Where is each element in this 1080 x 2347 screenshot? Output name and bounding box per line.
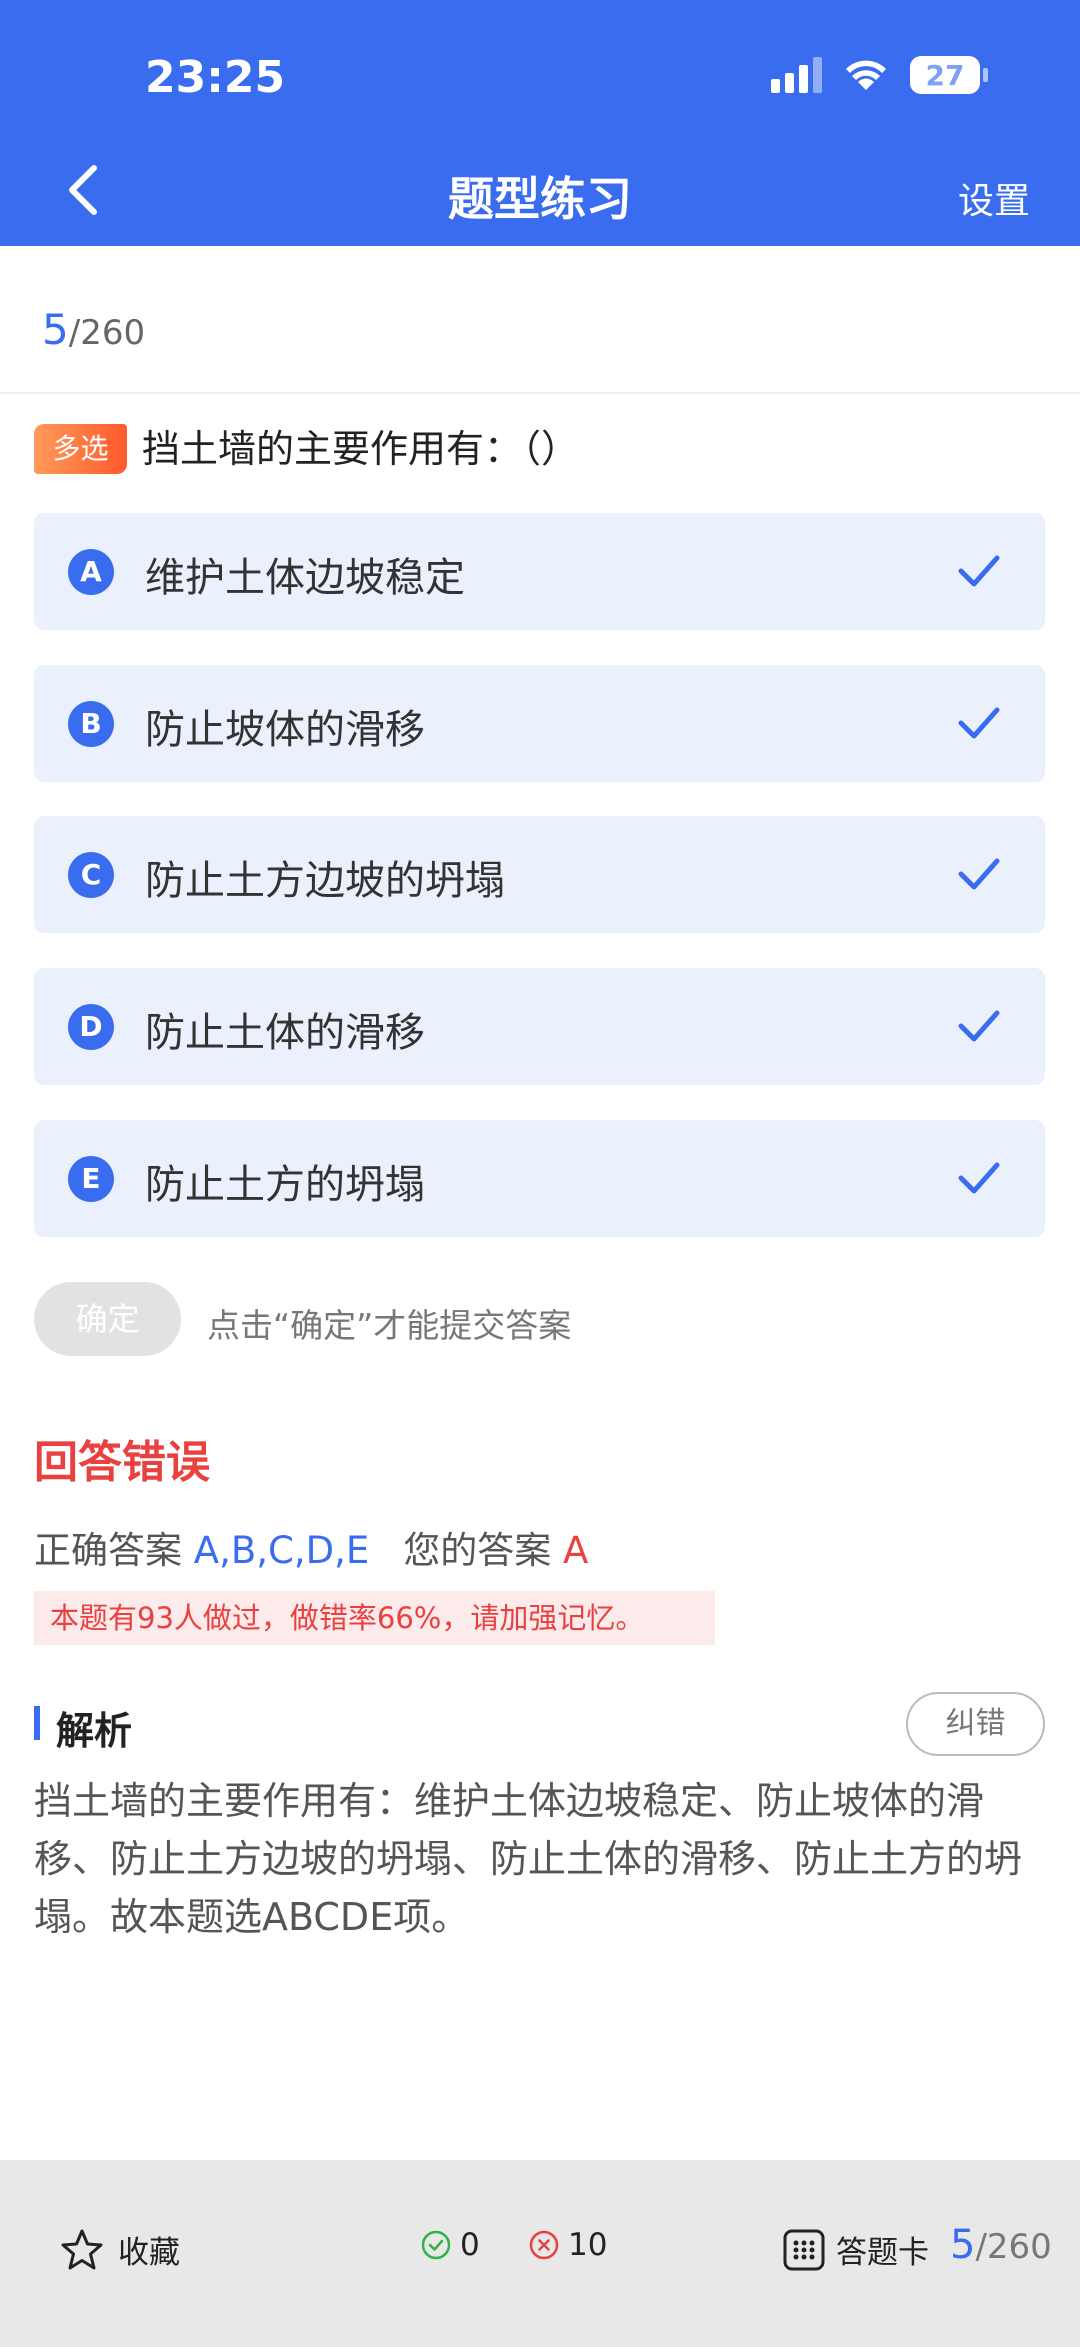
progress-current: 5 xyxy=(42,305,69,354)
option-c[interactable]: C 防止土方边坡的坍塌 xyxy=(34,816,1045,933)
divider xyxy=(0,392,1080,394)
status-time: 23:25 xyxy=(145,52,286,103)
option-e[interactable]: E 防止土方的坍塌 xyxy=(34,1120,1045,1237)
check-icon xyxy=(958,707,1000,739)
battery-icon: 27 xyxy=(910,56,988,94)
option-text: 防止坡体的滑移 xyxy=(145,707,425,753)
report-error-button[interactable]: 纠错 xyxy=(906,1692,1045,1756)
wrong-count: 10 xyxy=(528,2227,607,2263)
option-text: 防止土方边坡的坍塌 xyxy=(145,858,505,904)
right-count: 0 xyxy=(420,2227,480,2263)
my-answer-label: 您的答案 xyxy=(403,1529,552,1572)
option-letter: D xyxy=(68,1004,114,1050)
wrong-count-value: 10 xyxy=(568,2227,608,2263)
question-type-badge: 多选 xyxy=(34,424,127,474)
option-b[interactable]: B 防止坡体的滑移 xyxy=(34,665,1045,782)
wifi-icon xyxy=(844,58,888,92)
bottom-progress-current: 5 xyxy=(950,2222,976,2268)
option-d[interactable]: D 防止土体的滑移 xyxy=(34,968,1045,1085)
favorite-button[interactable]: 收藏 xyxy=(60,2227,180,2272)
option-letter: A xyxy=(68,549,114,595)
answer-card-button[interactable]: 答题卡 xyxy=(782,2227,929,2272)
correct-answer-label: 正确答案 xyxy=(34,1529,182,1572)
check-icon xyxy=(958,555,1000,587)
option-text: 防止土方的坍塌 xyxy=(145,1162,425,1208)
bottom-progress-total: /260 xyxy=(975,2227,1052,2267)
confirm-hint: 点击“确定”才能提交答案 xyxy=(207,1306,572,1345)
error-rate-note: 本题有93人做过，做错率66%，请加强记忆。 xyxy=(34,1591,715,1645)
grid-icon xyxy=(783,2229,825,2270)
right-count-value: 0 xyxy=(460,2227,480,2263)
wrong-circle-icon xyxy=(529,2230,559,2260)
status-icons: 27 xyxy=(771,56,988,94)
option-a[interactable]: A 维护土体边坡稳定 xyxy=(34,513,1045,630)
option-letter: B xyxy=(68,701,114,747)
option-text: 维护土体边坡稳定 xyxy=(145,555,465,601)
confirm-button[interactable]: 确定 xyxy=(34,1282,181,1356)
favorite-label: 收藏 xyxy=(118,2235,180,2271)
section-marker xyxy=(34,1706,40,1740)
app-header: 23:25 27 题型练习 设置 xyxy=(0,0,1080,246)
my-answer-value: A xyxy=(562,1529,589,1572)
correct-circle-icon xyxy=(421,2230,451,2260)
answer-card-label: 答题卡 xyxy=(836,2235,929,2271)
settings-button[interactable]: 设置 xyxy=(958,172,1030,224)
progress-total: /260 xyxy=(68,313,146,353)
question-progress: 5/260 xyxy=(42,305,145,354)
star-icon xyxy=(61,2229,103,2269)
option-text: 防止土体的滑移 xyxy=(145,1010,425,1056)
analysis-text: 挡土墙的主要作用有：维护土体边坡稳定、防止坡体的滑移、防止土方边坡的坍塌、防止土… xyxy=(34,1779,1023,1939)
result-title: 回答错误 xyxy=(34,1437,210,1488)
page-title: 题型练习 xyxy=(448,172,632,226)
answer-summary: 正确答案 A,B,C,D,E 您的答案 A xyxy=(34,1520,588,1574)
bottom-toolbar: 收藏 0 10 答题卡 5/260 xyxy=(0,2160,1080,2347)
check-icon xyxy=(958,858,1000,890)
correct-answer-value: A,B,C,D,E xyxy=(193,1529,370,1572)
battery-level: 27 xyxy=(925,58,965,92)
bottom-progress: 5/260 xyxy=(950,2222,1052,2268)
signal-icon xyxy=(771,57,822,93)
question-text: 挡土墙的主要作用有：（） xyxy=(142,427,580,471)
check-icon xyxy=(958,1162,1000,1194)
option-letter: C xyxy=(68,852,114,898)
check-icon xyxy=(958,1010,1000,1042)
analysis-title: 解析 xyxy=(56,1709,133,1753)
option-letter: E xyxy=(68,1156,114,1202)
